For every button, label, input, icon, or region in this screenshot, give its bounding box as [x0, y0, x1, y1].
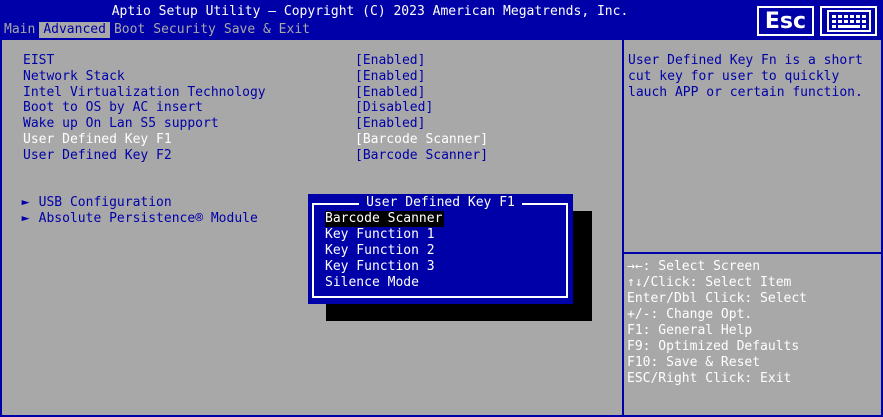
- setting-value-eist[interactable]: [Enabled]: [355, 53, 425, 69]
- setting-label-intel-vt[interactable]: Intel Virtualization Technology: [23, 85, 266, 101]
- help-text: User Defined Key Fn is a short cut key f…: [628, 53, 871, 100]
- keyboard-button[interactable]: [820, 6, 877, 36]
- setting-label-wol-s5[interactable]: Wake up On Lan S5 support: [23, 116, 219, 132]
- popup-option-silence-mode[interactable]: Silence Mode: [325, 275, 444, 291]
- key-legend: →←: Select Screen ↑↓/Click: Select Item …: [627, 259, 807, 387]
- setting-value-user-key-f2[interactable]: [Barcode Scanner]: [355, 148, 488, 164]
- tab-bar: Main Advanced Boot Security Save & Exit: [0, 22, 314, 38]
- key-hint-optimized-defaults: F9: Optimized Defaults: [627, 339, 800, 354]
- key-hint-enter-select: Enter/Dbl Click: Select: [627, 291, 808, 306]
- popup-title: User Defined Key F1: [359, 195, 522, 210]
- setting-value-boot-ac[interactable]: [Disabled]: [355, 100, 433, 116]
- submenu-usb-configuration[interactable]: ► USB Configuration: [6, 179, 172, 210]
- setting-label-network-stack[interactable]: Network Stack: [23, 69, 125, 85]
- key-hint-select-screen: →←: Select Screen: [627, 259, 761, 274]
- option-popup: User Defined Key F1 Barcode Scanner Key …: [308, 194, 573, 304]
- submenu-absolute-persistence[interactable]: ► Absolute Persistence® Module: [6, 195, 258, 226]
- key-hint-exit: ESC/Right Click: Exit: [627, 371, 792, 386]
- key-hint-select-item: ↑↓/Click: Select Item: [627, 275, 792, 290]
- key-hint-save-reset: F10: Save & Reset: [627, 355, 761, 370]
- tab-main[interactable]: Main: [0, 22, 39, 38]
- popup-option-key-function-3[interactable]: Key Function 3: [325, 259, 444, 275]
- popup-option-key-function-1[interactable]: Key Function 1: [325, 227, 444, 243]
- key-hint-change-opt: +/-: Change Opt.: [627, 307, 753, 322]
- popup-option-key-function-2[interactable]: Key Function 2: [325, 243, 444, 259]
- esc-label: Esc: [764, 8, 807, 34]
- popup-option-row: Barcode Scanner: [325, 211, 445, 227]
- panel-divider: [622, 40, 624, 417]
- submenu-arrow-icon: ►: [21, 211, 30, 226]
- setting-value-intel-vt[interactable]: [Enabled]: [355, 85, 425, 101]
- tab-save-exit[interactable]: Save & Exit: [220, 22, 314, 38]
- app-title: Aptio Setup Utility – Copyright (C) 2023…: [111, 4, 629, 19]
- help-divider: [624, 252, 883, 254]
- setting-label-eist[interactable]: EIST: [23, 53, 54, 69]
- key-hint-general-help: F1: General Help: [627, 323, 753, 338]
- setting-label-user-key-f1[interactable]: User Defined Key F1: [23, 132, 172, 148]
- keyboard-icon: [826, 10, 871, 32]
- setting-value-user-key-f1[interactable]: [Barcode Scanner]: [355, 132, 488, 148]
- esc-button[interactable]: Esc: [757, 6, 814, 36]
- popup-option-barcode-scanner[interactable]: Barcode Scanner: [325, 211, 445, 227]
- setting-value-wol-s5[interactable]: [Enabled]: [355, 116, 425, 132]
- setting-label-user-key-f2[interactable]: User Defined Key F2: [23, 148, 172, 164]
- title-bar: Aptio Setup Utility – Copyright (C) 2023…: [0, 0, 883, 40]
- tab-boot[interactable]: Boot: [110, 22, 149, 38]
- popup-options: Barcode Scanner Key Function 1 Key Funct…: [325, 211, 445, 291]
- setting-label-boot-ac[interactable]: Boot to OS by AC insert: [23, 100, 203, 116]
- submenu-label: Absolute Persistence® Module: [38, 211, 258, 226]
- tab-security[interactable]: Security: [149, 22, 220, 38]
- popup-title-wrap: User Defined Key F1: [308, 195, 573, 210]
- setting-value-network-stack[interactable]: [Enabled]: [355, 69, 425, 85]
- tab-advanced[interactable]: Advanced: [39, 22, 110, 38]
